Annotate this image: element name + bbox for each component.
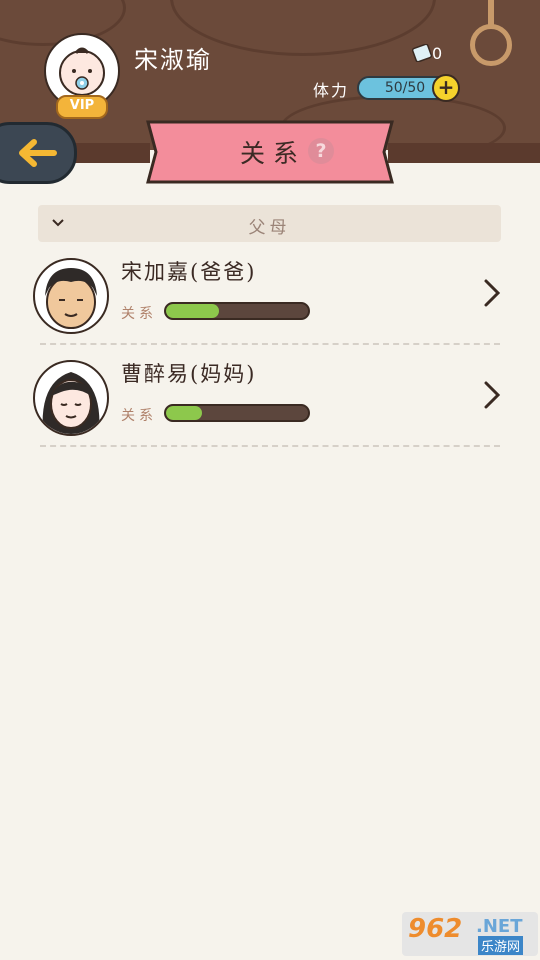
person-name: 宋加嘉(爸爸)	[121, 260, 257, 284]
watermark-number: 962	[408, 914, 463, 944]
watermark-site: 乐游网	[478, 936, 524, 955]
menu-ring-icon[interactable]	[470, 24, 512, 66]
watermark-logo: 962 .NET 乐游网	[402, 912, 538, 956]
banner-strip	[75, 143, 150, 163]
list-item[interactable]: 宋加嘉(爸爸) 关系	[0, 250, 540, 350]
watermark-domain: .NET	[476, 916, 523, 937]
relation-fill	[166, 304, 219, 318]
relation-label: 关系	[121, 306, 157, 322]
list-item[interactable]: 曹醉易(妈妈) 关系	[0, 352, 540, 452]
section-header-parents[interactable]: 父母	[38, 205, 501, 242]
relation-fill	[166, 406, 202, 420]
section-title: 父母	[248, 218, 291, 238]
father-face-icon	[45, 268, 97, 329]
baby-face-icon	[59, 47, 105, 96]
relation-label: 关系	[121, 408, 157, 424]
player-name: 宋淑瑜	[134, 46, 212, 74]
ticket-count: 0	[432, 44, 443, 63]
help-icon[interactable]: ?	[308, 138, 334, 164]
vip-badge[interactable]: VIP	[56, 95, 108, 119]
back-arrow-icon	[18, 139, 57, 167]
back-button[interactable]	[0, 122, 77, 184]
chevron-right-icon[interactable]	[483, 380, 501, 410]
page-title: 关系	[240, 139, 307, 168]
divider	[40, 445, 500, 447]
relation-bar	[164, 302, 310, 320]
chevron-right-icon[interactable]	[483, 278, 501, 308]
mother-face-icon	[42, 372, 100, 434]
relation-bar	[164, 404, 310, 422]
father-avatar	[33, 258, 109, 334]
divider	[40, 343, 500, 345]
person-name: 曹醉易(妈妈)	[121, 362, 257, 386]
ticket-icon	[412, 44, 432, 62]
mother-avatar	[33, 360, 109, 436]
banner-strip	[388, 143, 540, 163]
stamina-label: 体力	[313, 81, 350, 100]
add-stamina-button[interactable]: +	[432, 74, 460, 102]
